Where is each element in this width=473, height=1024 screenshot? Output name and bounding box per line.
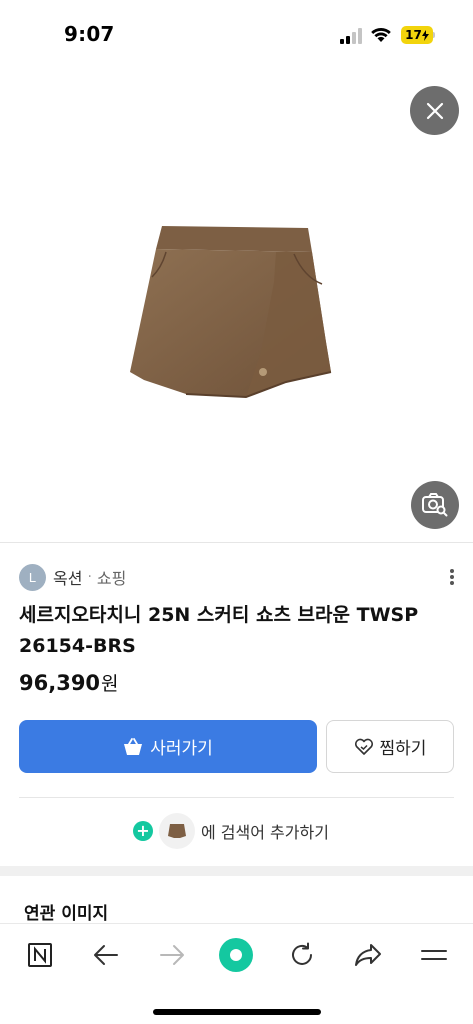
add-search-term[interactable]: + 에 검색어 추가하기 — [133, 812, 329, 850]
divider — [19, 797, 454, 798]
source-name: 옥션 — [53, 569, 83, 588]
source-category: 쇼핑 — [96, 569, 127, 588]
forward-button[interactable] — [152, 938, 192, 972]
share-icon — [355, 944, 381, 966]
heart-icon — [354, 738, 373, 755]
close-icon — [426, 102, 443, 119]
product-thumbnail — [159, 813, 195, 849]
battery-level: 17 — [405, 28, 422, 42]
image-search-icon — [422, 493, 448, 517]
buy-button-label: 사러가기 — [150, 739, 213, 759]
wish-button[interactable]: 찜하기 — [326, 720, 454, 773]
charging-bolt-icon — [421, 29, 429, 41]
buy-button[interactable]: 사러가기 — [19, 720, 317, 773]
menu-button[interactable] — [414, 938, 454, 972]
divider — [0, 542, 473, 543]
refresh-icon — [292, 942, 312, 965]
source-avatar: L — [19, 563, 46, 591]
battery-tip — [433, 32, 435, 38]
back-arrow-icon — [94, 945, 118, 965]
battery-indicator: 17 — [401, 26, 433, 44]
source-row[interactable]: L 옥션 · 쇼핑 — [19, 563, 127, 591]
wish-button-label: 찜하기 — [379, 739, 427, 759]
more-options-icon[interactable] — [446, 566, 458, 588]
cellular-signal-icon — [340, 28, 362, 44]
image-search-lens-button[interactable] — [411, 481, 459, 529]
price: 96,390 원 — [19, 669, 119, 696]
back-button[interactable] — [86, 938, 126, 972]
wifi-icon — [371, 27, 391, 42]
source-separator: · — [87, 569, 92, 585]
share-button[interactable] — [348, 938, 388, 972]
section-gap — [0, 866, 473, 876]
refresh-button[interactable] — [282, 938, 322, 972]
plus-icon: + — [133, 821, 153, 841]
forward-arrow-icon — [160, 945, 184, 965]
menu-icon — [421, 950, 447, 960]
shopping-bag-icon — [124, 737, 143, 755]
add-search-label: 에 검색어 추가하기 — [201, 823, 329, 842]
status-bar: 9:07 17 — [0, 0, 473, 70]
home-indicator — [153, 1009, 321, 1015]
price-unit: 원 — [101, 673, 119, 695]
green-dot-button[interactable] — [216, 938, 256, 972]
naver-home-icon — [28, 943, 52, 967]
skort-thumbnail-icon — [168, 824, 186, 838]
price-value: 96,390 — [19, 671, 101, 695]
related-images-title: 연관 이미지 — [24, 904, 109, 924]
status-time: 9:07 — [64, 22, 115, 46]
close-button[interactable] — [410, 86, 459, 135]
product-title[interactable]: 세르지오타치니 25N 스커티 쇼츠 브라운 TWSP 26154-BRS — [19, 600, 459, 662]
green-dot-icon — [219, 938, 253, 972]
brown-skort-image[interactable] — [126, 222, 336, 402]
naver-home-button[interactable] — [20, 938, 60, 972]
